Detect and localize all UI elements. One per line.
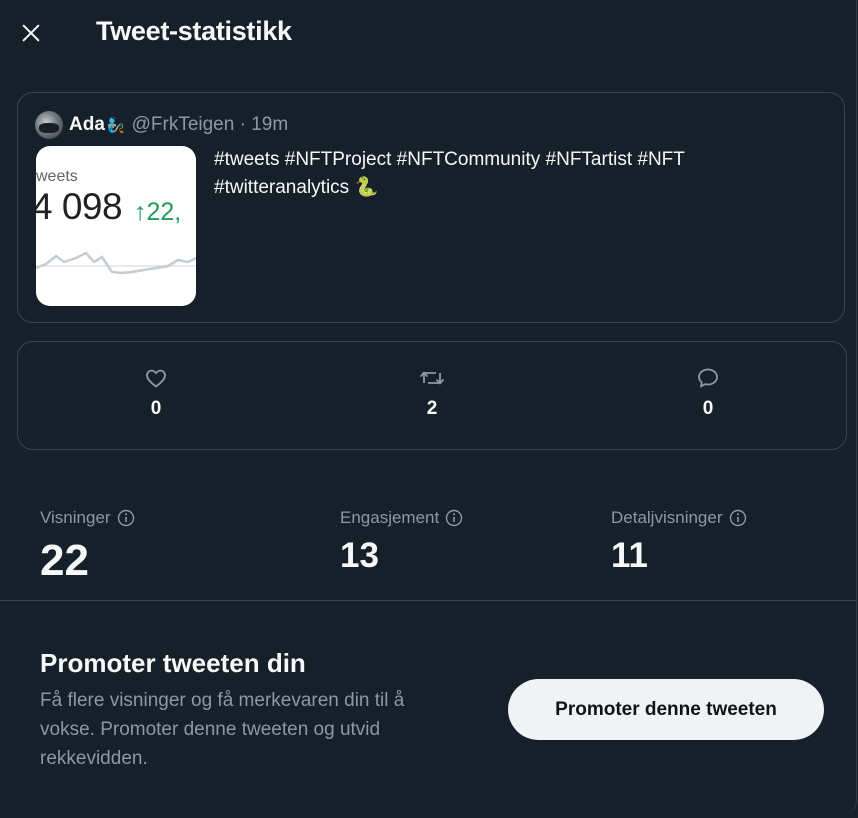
likes-stat: 0 (116, 366, 196, 420)
heart-icon (146, 369, 166, 388)
tweet-statistics-dialog: Tweet-statistikk Ada 🧞 @FrkTeigen · 19m … (0, 0, 857, 816)
likes-count: 0 (150, 398, 162, 419)
promote-title: Promoter tweeten din (40, 648, 306, 678)
replies-count: 0 (702, 398, 714, 419)
retweets-count: 2 (426, 398, 438, 419)
tweet-preview-card[interactable]: Ada 🧞 @FrkTeigen · 19m weets 4 098 ↑22, … (17, 92, 845, 323)
metric-label: Detaljvisninger (611, 508, 723, 527)
reply-icon (698, 368, 718, 388)
metric-label: Engasjement (340, 508, 440, 527)
thumbnail-sparkline (36, 251, 196, 275)
author-name[interactable]: Ada 🧞 (69, 114, 126, 136)
tweet-author-row: Ada 🧞 @FrkTeigen · 19m (35, 111, 288, 139)
thumbnail-label: weets (36, 168, 78, 185)
info-icon[interactable] (445, 509, 463, 527)
author-handle-time: @FrkTeigen · 19m (131, 114, 289, 135)
info-icon[interactable] (117, 509, 135, 527)
thumbnail-delta: ↑22, (134, 198, 182, 226)
engagement-stats-card: 0 2 0 (17, 341, 847, 450)
dialog-header: Tweet-statistikk (0, 0, 856, 64)
replies-stat: 0 (668, 366, 748, 420)
retweets-stat: 2 (392, 366, 472, 420)
metric-impressions: Visninger 22 (40, 508, 135, 586)
metric-value: 22 (40, 536, 89, 585)
metric-value: 13 (340, 536, 379, 575)
genie-emoji-icon: 🧞 (106, 117, 126, 134)
dialog-title: Tweet-statistikk (96, 16, 292, 46)
info-icon[interactable] (729, 509, 747, 527)
tweet-text-line: #tweets #NFTProject #NFTCommunity #NFTar… (214, 149, 685, 170)
thumbnail-value: 4 098 (36, 186, 123, 227)
metric-value: 11 (611, 536, 648, 575)
metric-detail-expands: Detaljvisninger 11 (611, 508, 747, 576)
author-name-text: Ada (69, 114, 105, 135)
section-divider (0, 600, 856, 601)
metric-label: Visninger (40, 508, 111, 527)
avatar[interactable] (35, 111, 63, 139)
tweet-text-line: #twitteranalytics 🐍 (214, 177, 379, 198)
close-button[interactable] (12, 14, 50, 52)
promote-tweet-button[interactable]: Promoter denne tweeten (508, 679, 824, 740)
promote-description: Få flere visninger og få merkevaren din … (40, 690, 405, 769)
tweet-image-thumbnail[interactable]: weets 4 098 ↑22, (36, 146, 196, 306)
close-icon (22, 24, 40, 42)
retweet-icon (420, 371, 444, 385)
metrics-row: Visninger 22 Engasjement 13 Detaljvisnin… (0, 500, 856, 600)
tweet-text: #tweets #NFTProject #NFTCommunity #NFTar… (214, 146, 814, 202)
metric-engagements: Engasjement 13 (340, 508, 463, 576)
